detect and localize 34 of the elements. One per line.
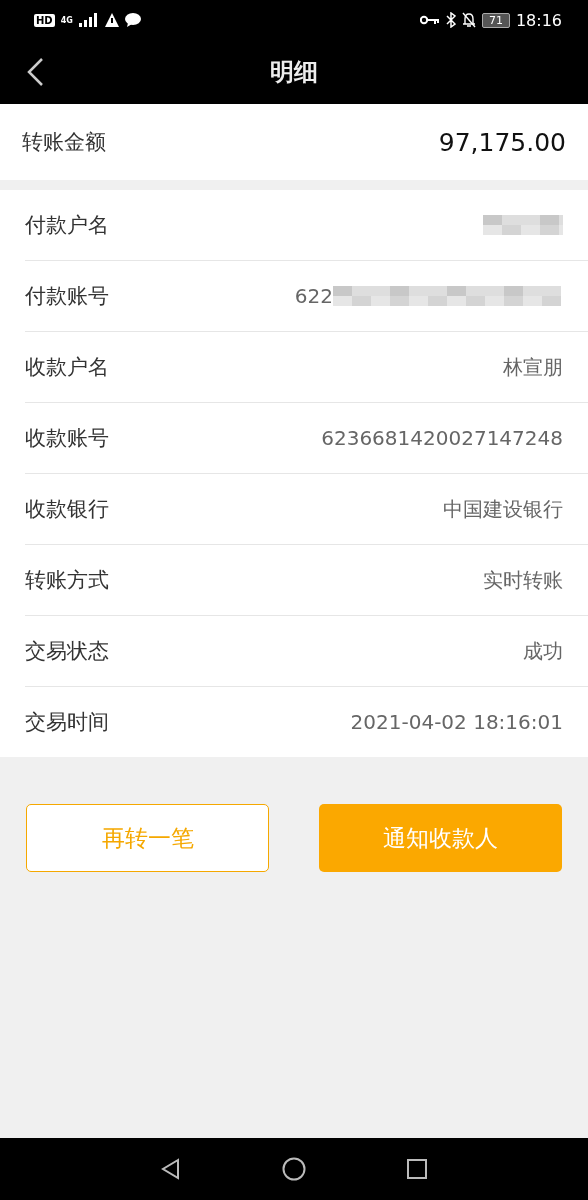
recents-nav-icon[interactable] (406, 1158, 428, 1180)
field-value: 中国建设银行 (443, 495, 563, 523)
alert-triangle-icon (104, 13, 119, 27)
field-label: 付款账号 (25, 283, 109, 310)
hd-badge: HD (34, 13, 55, 27)
signal-icon (78, 13, 99, 27)
amount-label: 转账金额 (22, 129, 106, 156)
home-nav-icon[interactable] (282, 1157, 306, 1181)
field-label: 转账方式 (25, 567, 109, 594)
field-label: 交易状态 (25, 638, 109, 665)
field-label: 收款户名 (25, 354, 109, 381)
bell-muted-icon (461, 12, 476, 28)
key-icon (419, 15, 440, 25)
field-value: 2021-04-02 18:16:01 (350, 710, 563, 734)
battery-indicator: 71 (481, 12, 510, 28)
chat-bubble-icon (124, 13, 141, 27)
field-label: 收款账号 (25, 425, 109, 452)
field-label: 付款户名 (25, 212, 109, 239)
field-label: 收款银行 (25, 496, 109, 523)
field-value: 622 (294, 284, 333, 308)
bluetooth-icon (445, 12, 456, 28)
field-value: 成功 (523, 637, 563, 665)
status-time: 18:16 (515, 10, 562, 30)
page-title: 明细 (270, 57, 318, 88)
network-type: 4G (60, 15, 73, 25)
field-value: 实时转账 (483, 566, 563, 594)
back-icon[interactable] (25, 57, 45, 87)
back-nav-icon[interactable] (160, 1158, 182, 1180)
field-label: 交易时间 (25, 709, 109, 736)
field-value: 林宣朋 (503, 353, 563, 381)
amount-value: 97,175.00 (438, 127, 566, 157)
action-button[interactable]: 通知收款人 (319, 804, 562, 872)
field-value: 6236681420027147248 (321, 426, 563, 450)
action-button[interactable]: 再转一笔 (26, 804, 269, 872)
